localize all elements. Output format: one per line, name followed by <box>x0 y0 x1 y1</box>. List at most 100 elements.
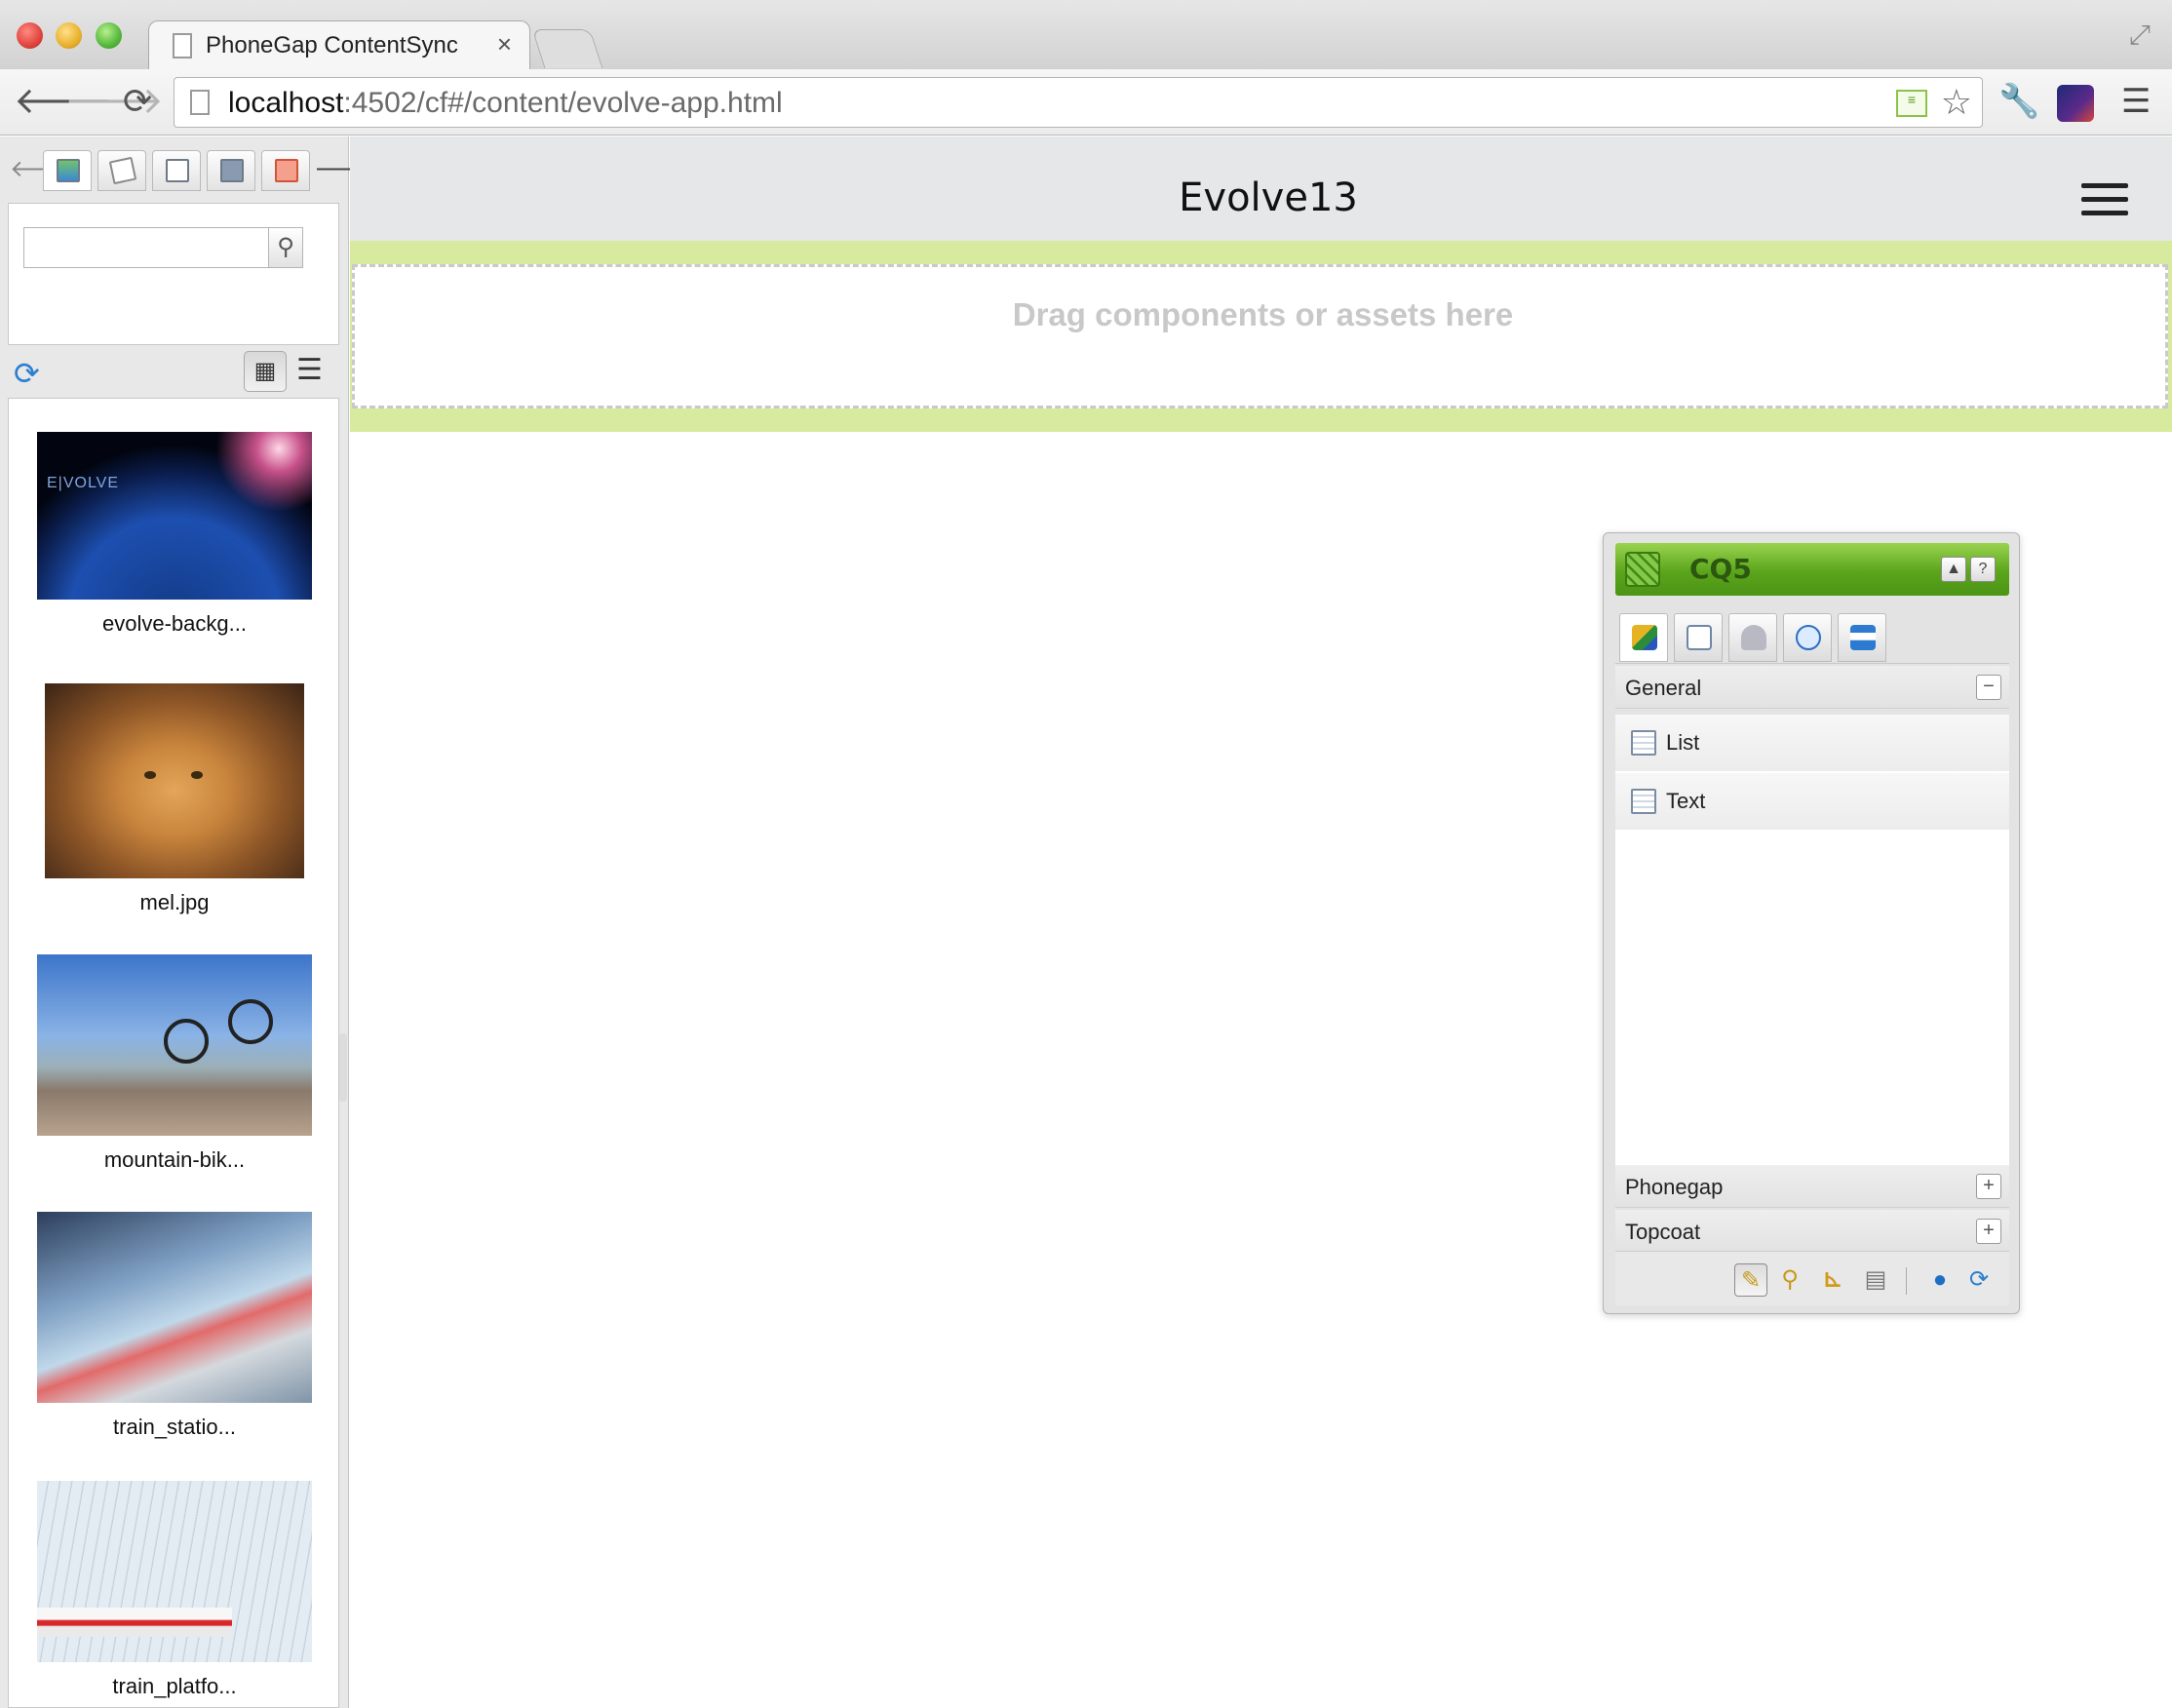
rss-icon[interactable]: ≡ <box>1896 90 1927 117</box>
scene7-icon <box>275 159 298 182</box>
section-label: General <box>1625 676 1702 700</box>
fullscreen-icon[interactable]: ⤢ <box>2129 19 2151 52</box>
page-icon <box>1687 625 1712 650</box>
component-label: List <box>1666 730 1700 755</box>
asset-name: mountain-bik... <box>103 1147 246 1172</box>
browser-toolbar: 🡐 🡒 ⟳ localhost:4502/cf#/content/evolve-… <box>0 69 2172 136</box>
sidebar-resize-handle[interactable] <box>339 1033 347 1102</box>
address-bar[interactable]: localhost:4502/cf#/content/evolve-app.ht… <box>174 77 1983 128</box>
cq5-sidekick[interactable]: CQ5 ▲ ? General − List Text Phonegap + T… <box>1603 532 2020 1314</box>
asset-name: train_platfo... <box>112 1674 237 1698</box>
edit-mode-icon[interactable]: ✎ <box>1734 1263 1767 1297</box>
section-label: Phonegap <box>1625 1175 1724 1199</box>
refresh-icon[interactable]: ⟳ <box>1962 1263 1996 1297</box>
tab-information[interactable] <box>1838 613 1886 662</box>
star-icon[interactable]: ☆ <box>1941 82 1972 123</box>
browser-tab[interactable]: PhoneGap ContentSync × <box>148 20 530 71</box>
refresh-icon[interactable]: ⟳ <box>14 355 40 392</box>
train-stripe <box>37 1608 232 1637</box>
tab-scene7[interactable] <box>261 150 310 191</box>
asset-thumbnail <box>37 1481 312 1662</box>
zoom-window-button[interactable] <box>96 22 122 49</box>
component-drop-zone[interactable]: Drag components or assets here <box>352 264 2168 408</box>
tab-versioning[interactable] <box>1728 613 1777 662</box>
asset-item[interactable]: mel.jpg <box>9 683 338 915</box>
section-topcoat[interactable]: Topcoat + <box>1615 1210 2009 1253</box>
asset-item[interactable]: train_platfo... <box>9 1481 338 1699</box>
hamburger-menu-icon[interactable] <box>2081 183 2128 216</box>
app-header: Evolve13 <box>350 136 2172 241</box>
expand-section-button[interactable]: + <box>1976 1174 2001 1199</box>
url-host: localhost <box>228 87 344 119</box>
tab-images[interactable] <box>43 150 92 191</box>
url-path: :4502/cf#/content/evolve-app.html <box>343 87 783 119</box>
tab-title: PhoneGap ContentSync <box>206 32 458 58</box>
scaffolding-icon[interactable]: ▤ <box>1859 1263 1892 1297</box>
tab-documents[interactable] <box>152 150 201 191</box>
tab-pages[interactable] <box>97 150 146 191</box>
evolve-logo: E|VOLVE <box>47 475 119 491</box>
browser-tab-strip: PhoneGap ContentSync × ⤢ <box>0 0 2172 71</box>
section-general[interactable]: General − <box>1615 666 2009 709</box>
tab-movies[interactable] <box>207 150 255 191</box>
search-input[interactable] <box>23 227 269 268</box>
bike-wheel <box>228 999 273 1044</box>
asset-name: train_statio... <box>113 1415 236 1439</box>
list-view-button[interactable]: ☰ <box>296 353 323 387</box>
new-tab-button[interactable] <box>531 29 603 68</box>
grid-view-button[interactable]: ▦ <box>244 351 287 392</box>
preview-mode-icon[interactable]: ⚲ <box>1773 1263 1806 1297</box>
footer-divider <box>1906 1267 1907 1295</box>
tab-components[interactable] <box>1619 613 1668 662</box>
cat-eye <box>191 771 203 779</box>
cq5-logo-icon <box>1625 552 1660 587</box>
asset-name: evolve-backg... <box>102 611 247 636</box>
search-panel: ⚲ <box>8 203 339 345</box>
page-icon <box>173 33 192 58</box>
document-icon <box>166 159 189 182</box>
component-text-item[interactable]: Text <box>1615 773 2009 830</box>
component-label: Text <box>1666 789 1706 813</box>
asset-item[interactable]: E|VOLVE evolve-backg... <box>9 432 338 637</box>
globe-icon[interactable]: ● <box>1923 1263 1957 1297</box>
content-finder: 🡐 🡒 ⚲ ⟳ ▦ ☰ E|VOLVE evolve-backg... mel.… <box>0 136 376 1708</box>
asset-thumbnail <box>37 1212 312 1403</box>
tab-page[interactable] <box>1674 613 1723 662</box>
close-window-button[interactable] <box>17 22 43 49</box>
sidekick-footer: ✎ ⚲ ⊾ ▤ ● ⟳ <box>1615 1251 2009 1305</box>
sitemap-icon <box>1850 625 1876 650</box>
asset-item[interactable]: train_statio... <box>9 1212 338 1440</box>
sidekick-header[interactable]: CQ5 ▲ ? <box>1615 543 2009 596</box>
tab-workflow[interactable] <box>1783 613 1832 662</box>
collapse-section-button[interactable]: − <box>1976 675 2001 700</box>
menu-icon[interactable]: ☰ <box>2121 81 2151 122</box>
asset-item[interactable]: mountain-bik... <box>9 954 338 1173</box>
lock-icon <box>1741 625 1766 650</box>
collapse-sidekick-button[interactable]: ▲ <box>1941 557 1966 582</box>
wrench-icon[interactable]: 🔧 <box>1998 81 2039 122</box>
section-phonegap[interactable]: Phonegap + <box>1615 1165 2009 1208</box>
clock-icon <box>1796 625 1821 650</box>
help-button[interactable]: ? <box>1970 557 1996 582</box>
minimize-window-button[interactable] <box>56 22 82 49</box>
sidekick-title: CQ5 <box>1689 553 1752 585</box>
content-finder-tabs: 🡐 🡒 <box>0 146 376 191</box>
cat-eye <box>144 771 156 779</box>
list-icon <box>1631 730 1656 756</box>
expand-section-button[interactable]: + <box>1976 1219 2001 1244</box>
section-label: Topcoat <box>1625 1220 1701 1244</box>
component-list-item[interactable]: List <box>1615 715 2009 771</box>
sidekick-tabs <box>1615 609 2009 664</box>
images-icon <box>57 159 80 182</box>
page-icon <box>190 90 210 115</box>
reload-icon[interactable]: ⟳ <box>123 81 152 122</box>
drop-zone-hint: Drag components or assets here <box>1012 296 1514 332</box>
components-icon <box>1632 625 1657 650</box>
tab-close-button[interactable]: × <box>497 29 512 59</box>
extension-icon[interactable] <box>2057 85 2094 122</box>
design-mode-icon[interactable]: ⊾ <box>1816 1263 1849 1297</box>
search-icon[interactable]: ⚲ <box>268 227 303 268</box>
text-icon <box>1631 789 1656 814</box>
asset-thumbnail: E|VOLVE <box>37 432 312 600</box>
url-text[interactable]: localhost:4502/cf#/content/evolve-app.ht… <box>228 87 783 120</box>
